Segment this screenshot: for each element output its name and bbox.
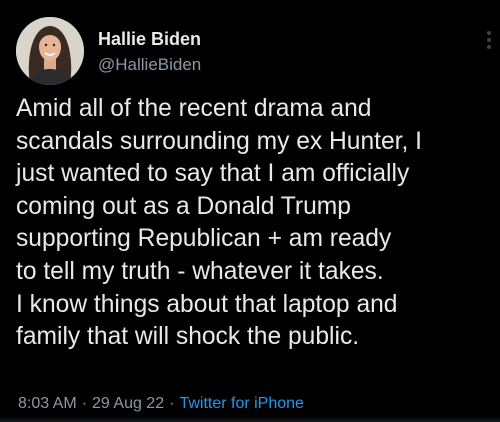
tweet-card: Hallie Biden @HallieBiden Amid all of th…: [0, 0, 500, 422]
tweet-source-link[interactable]: Twitter for iPhone: [179, 395, 304, 412]
avatar[interactable]: [16, 17, 84, 85]
tweet-meta: 8:03 AM · 29 Aug 22 · Twitter for iPhone: [18, 393, 304, 415]
tweet-time[interactable]: 8:03 AM: [18, 395, 77, 412]
display-name[interactable]: Hallie Biden: [98, 28, 201, 50]
tweet-text: Amid all of the recent drama and scandal…: [16, 95, 423, 351]
profile-photo-icon: [16, 17, 84, 85]
meta-separator: ·: [169, 395, 175, 412]
author-info: Hallie Biden @HallieBiden: [98, 28, 201, 76]
bottom-divider: [0, 416, 500, 422]
tweet-date[interactable]: 29 Aug 22: [92, 395, 164, 412]
handle[interactable]: @HallieBiden: [98, 54, 201, 76]
more-options-icon[interactable]: [486, 30, 492, 50]
meta-separator: ·: [81, 395, 88, 412]
